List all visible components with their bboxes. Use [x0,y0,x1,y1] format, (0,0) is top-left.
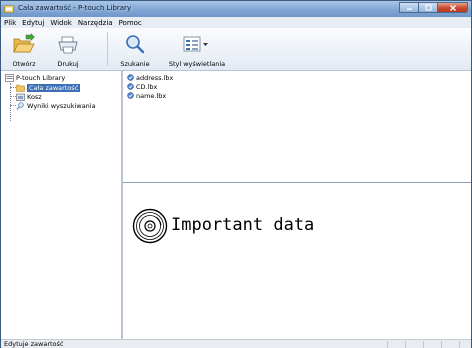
open-button[interactable]: Otwórz [7,30,41,68]
window-title: Cała zawartość - P-touch Library [18,4,132,12]
menu-help[interactable]: Pomoc [119,19,142,27]
menu-view[interactable]: Widok [50,19,72,27]
resize-grip[interactable] [459,341,470,348]
status-panel [387,341,404,348]
menu-tools[interactable]: Narzędzia [78,19,113,27]
window-controls [399,2,468,14]
file-item[interactable]: name.lbx [127,91,166,100]
status-panel [423,341,440,348]
cd-disc-icon [132,208,168,244]
printer-icon [58,36,78,54]
status-panel [441,341,458,348]
print-button[interactable]: Drukuj [53,30,83,68]
maximize-icon [425,4,431,11]
app-window: Cała zawartość - P-touch Library Plik Ed… [0,0,472,348]
label-preview: Important data [123,184,471,339]
tree-item-label: Wyniki wyszukiwania [27,101,96,110]
magnifier-icon [126,35,145,54]
title-bar[interactable]: Cała zawartość - P-touch Library [1,1,471,17]
search-button[interactable]: Szukanie [117,30,153,68]
file-name: address.lbx [136,73,174,82]
close-button[interactable] [437,2,468,13]
file-list: address.lbx CD.lbx name.lbx [123,71,471,183]
tree-item-label: Cała zawartość [27,83,81,92]
view-style-button[interactable]: Styl wyświetlania [167,30,227,68]
file-name: name.lbx [136,91,167,100]
maximize-button[interactable] [418,2,437,13]
view-style-label: Styl wyświetlania [168,60,226,68]
tree-item-trash[interactable]: Kosz [16,92,42,101]
close-icon [449,4,456,11]
search-label: Szukanie [120,60,150,68]
label-file-icon [127,74,134,81]
tree-item-label: Kosz [27,92,42,101]
search-results-icon [16,101,24,110]
status-panel [405,341,422,348]
file-item[interactable]: address.lbx [127,73,173,82]
tree-root[interactable]: P-touch Library [5,73,65,82]
preview-text: Important data [171,215,315,235]
menu-bar: Plik Edytuj Widok Narzędzia Pomoc [1,17,471,28]
status-text: Edytuje zawartość [4,340,64,348]
menu-edit[interactable]: Edytuj [22,19,44,27]
tree-root-label: P-touch Library [16,73,66,82]
label-file-icon [127,92,134,99]
app-icon [4,5,14,13]
chevron-down-icon [203,43,208,46]
library-icon [5,73,14,82]
trash-icon [16,93,25,101]
minimize-button[interactable] [399,2,418,13]
status-bar: Edytuje zawartość [1,339,471,348]
open-label: Otwórz [12,60,36,68]
file-item[interactable]: CD.lbx [127,82,157,91]
folder-icon [16,84,25,92]
minimize-icon [406,8,412,10]
tree-connector [10,83,11,121]
print-label: Drukuj [57,60,79,68]
library-tree: P-touch Library Cała zawartość Kosz Wyni… [2,71,123,339]
list-view-icon [183,36,208,52]
toolbar-separator [107,32,108,66]
tree-item-all-contents[interactable]: Cała zawartość [16,83,81,92]
label-file-icon [127,83,134,90]
file-name: CD.lbx [136,82,158,91]
folder-open-icon [13,32,35,53]
tree-item-search-results[interactable]: Wyniki wyszukiwania [16,101,96,110]
toolbar: Otwórz Drukuj Szukanie Styl wyświetlania [1,28,471,71]
menu-file[interactable]: Plik [4,19,16,27]
